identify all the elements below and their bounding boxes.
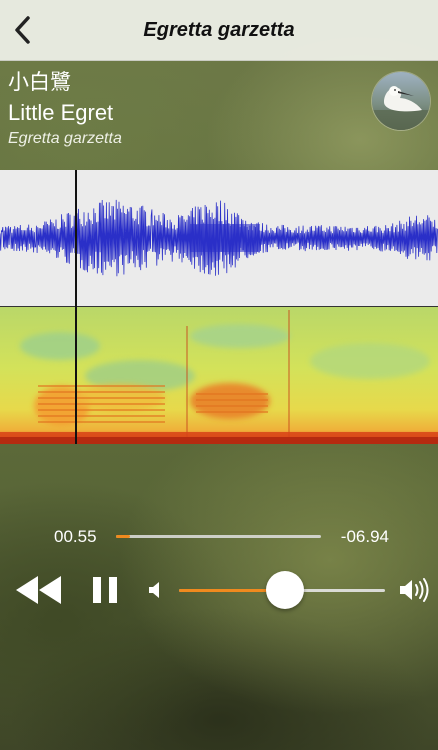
remaining-time: -06.94 <box>340 527 389 546</box>
latin-name: Egretta garzetta <box>8 130 122 147</box>
chevron-left-icon <box>15 16 30 44</box>
rewind-icon <box>16 576 61 604</box>
species-avatar[interactable] <box>372 72 430 130</box>
volume-low-indicator <box>148 580 164 600</box>
navigation-bar: Egretta garzetta <box>0 0 438 61</box>
waveform <box>0 199 438 277</box>
playback-controls: 00.55 -06.94 <box>0 520 438 630</box>
page-title: Egretta garzetta <box>143 18 295 41</box>
elapsed-time: 00.55 <box>54 527 97 546</box>
pause-icon <box>93 577 117 603</box>
back-button[interactable] <box>8 14 36 46</box>
chinese-name: 小白鷺 <box>8 70 71 94</box>
rewind-button[interactable] <box>14 572 64 608</box>
waveform-panel <box>0 170 438 306</box>
volume-high-indicator <box>398 576 430 604</box>
progress-fill <box>116 535 131 538</box>
spectrogram <box>0 306 438 444</box>
waveform-dense-band <box>190 224 260 252</box>
volume-low-icon <box>149 582 159 598</box>
panel-divider <box>0 306 438 307</box>
progress-bar[interactable] <box>116 535 321 538</box>
egret-photo-icon <box>372 72 430 130</box>
common-name: Little Egret <box>8 100 114 125</box>
audio-visualization[interactable] <box>0 170 438 444</box>
spectrogram-panel <box>0 306 438 444</box>
volume-knob[interactable] <box>266 571 304 609</box>
species-info: 小白鷺 Little Egret Egretta garzetta <box>8 68 122 149</box>
playhead-line[interactable] <box>75 170 78 444</box>
volume-high-icon <box>400 578 429 602</box>
volume-slider[interactable] <box>179 570 385 610</box>
pause-button[interactable] <box>90 574 120 606</box>
